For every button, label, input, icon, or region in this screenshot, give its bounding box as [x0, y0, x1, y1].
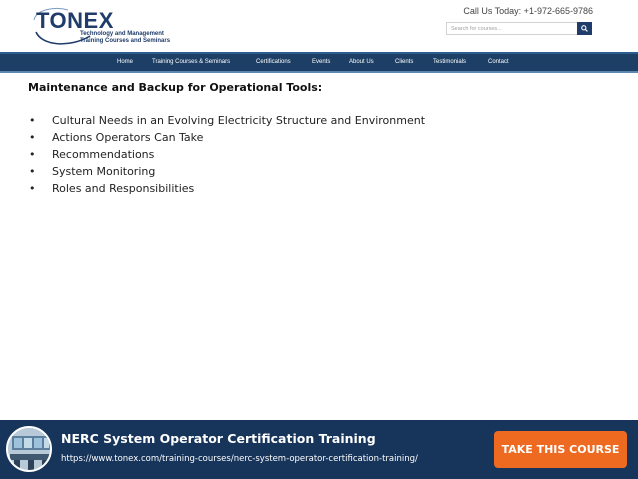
bullet-icon: • — [29, 148, 36, 161]
bullet-icon: • — [29, 182, 36, 195]
bullet-icon: • — [29, 131, 36, 144]
course-title[interactable]: NERC System Operator Certification Train… — [61, 431, 376, 446]
section-title: Maintenance and Backup for Operational T… — [28, 81, 323, 94]
search-input[interactable] — [446, 22, 577, 35]
tonex-logo[interactable]: TONEX Technology and Management Training… — [32, 6, 172, 48]
course-thumbnail-image — [6, 426, 52, 472]
site-header: TONEX Technology and Management Training… — [0, 0, 638, 52]
take-this-course-button[interactable]: TAKE THIS COURSE — [494, 431, 627, 468]
phone-number: Call Us Today: +1-972-665-9786 — [463, 6, 593, 16]
bullet-item: • Recommendations — [28, 147, 608, 164]
nav-item-contact[interactable]: Contact — [488, 59, 509, 65]
bullet-item: • System Monitoring — [28, 164, 608, 181]
nav-item-certifications[interactable]: Certifications — [256, 59, 291, 65]
bullet-item: • Cultural Needs in an Evolving Electric… — [28, 113, 608, 130]
nav-item-clients[interactable]: Clients — [395, 59, 413, 65]
search-bar — [446, 22, 592, 35]
nav-item-about-us[interactable]: About Us — [349, 59, 374, 65]
search-button[interactable] — [577, 22, 592, 35]
slide-content: Maintenance and Backup for Operational T… — [28, 80, 608, 198]
bullet-icon: • — [29, 114, 36, 127]
bullet-text: System Monitoring — [52, 165, 156, 178]
bullet-icon: • — [29, 165, 36, 178]
nav-item-testimonials[interactable]: Testimonials — [433, 59, 466, 65]
nav-item-home[interactable]: Home — [117, 59, 133, 65]
bullet-item: • Actions Operators Can Take — [28, 130, 608, 147]
bullet-text: Actions Operators Can Take — [52, 131, 204, 144]
logo-tagline: Technology and Management — [80, 31, 164, 37]
nav-item-training-courses[interactable]: Training Courses & Seminars — [152, 59, 230, 65]
search-icon — [581, 25, 588, 32]
main-nav: Home Training Courses & Seminars Certifi… — [0, 52, 638, 73]
bullet-text: Cultural Needs in an Evolving Electricit… — [52, 114, 426, 127]
bullet-list: • Cultural Needs in an Evolving Electric… — [28, 113, 608, 198]
nav-item-events[interactable]: Events — [312, 59, 330, 65]
course-url-link[interactable]: https://www.tonex.com/training-courses/n… — [61, 454, 418, 464]
bullet-text: Recommendations — [52, 148, 155, 161]
bullet-text: Roles and Responsibilities — [52, 182, 195, 195]
logo-tagline: Training Courses and Seminars — [80, 38, 171, 44]
bullet-item: • Roles and Responsibilities — [28, 181, 608, 198]
